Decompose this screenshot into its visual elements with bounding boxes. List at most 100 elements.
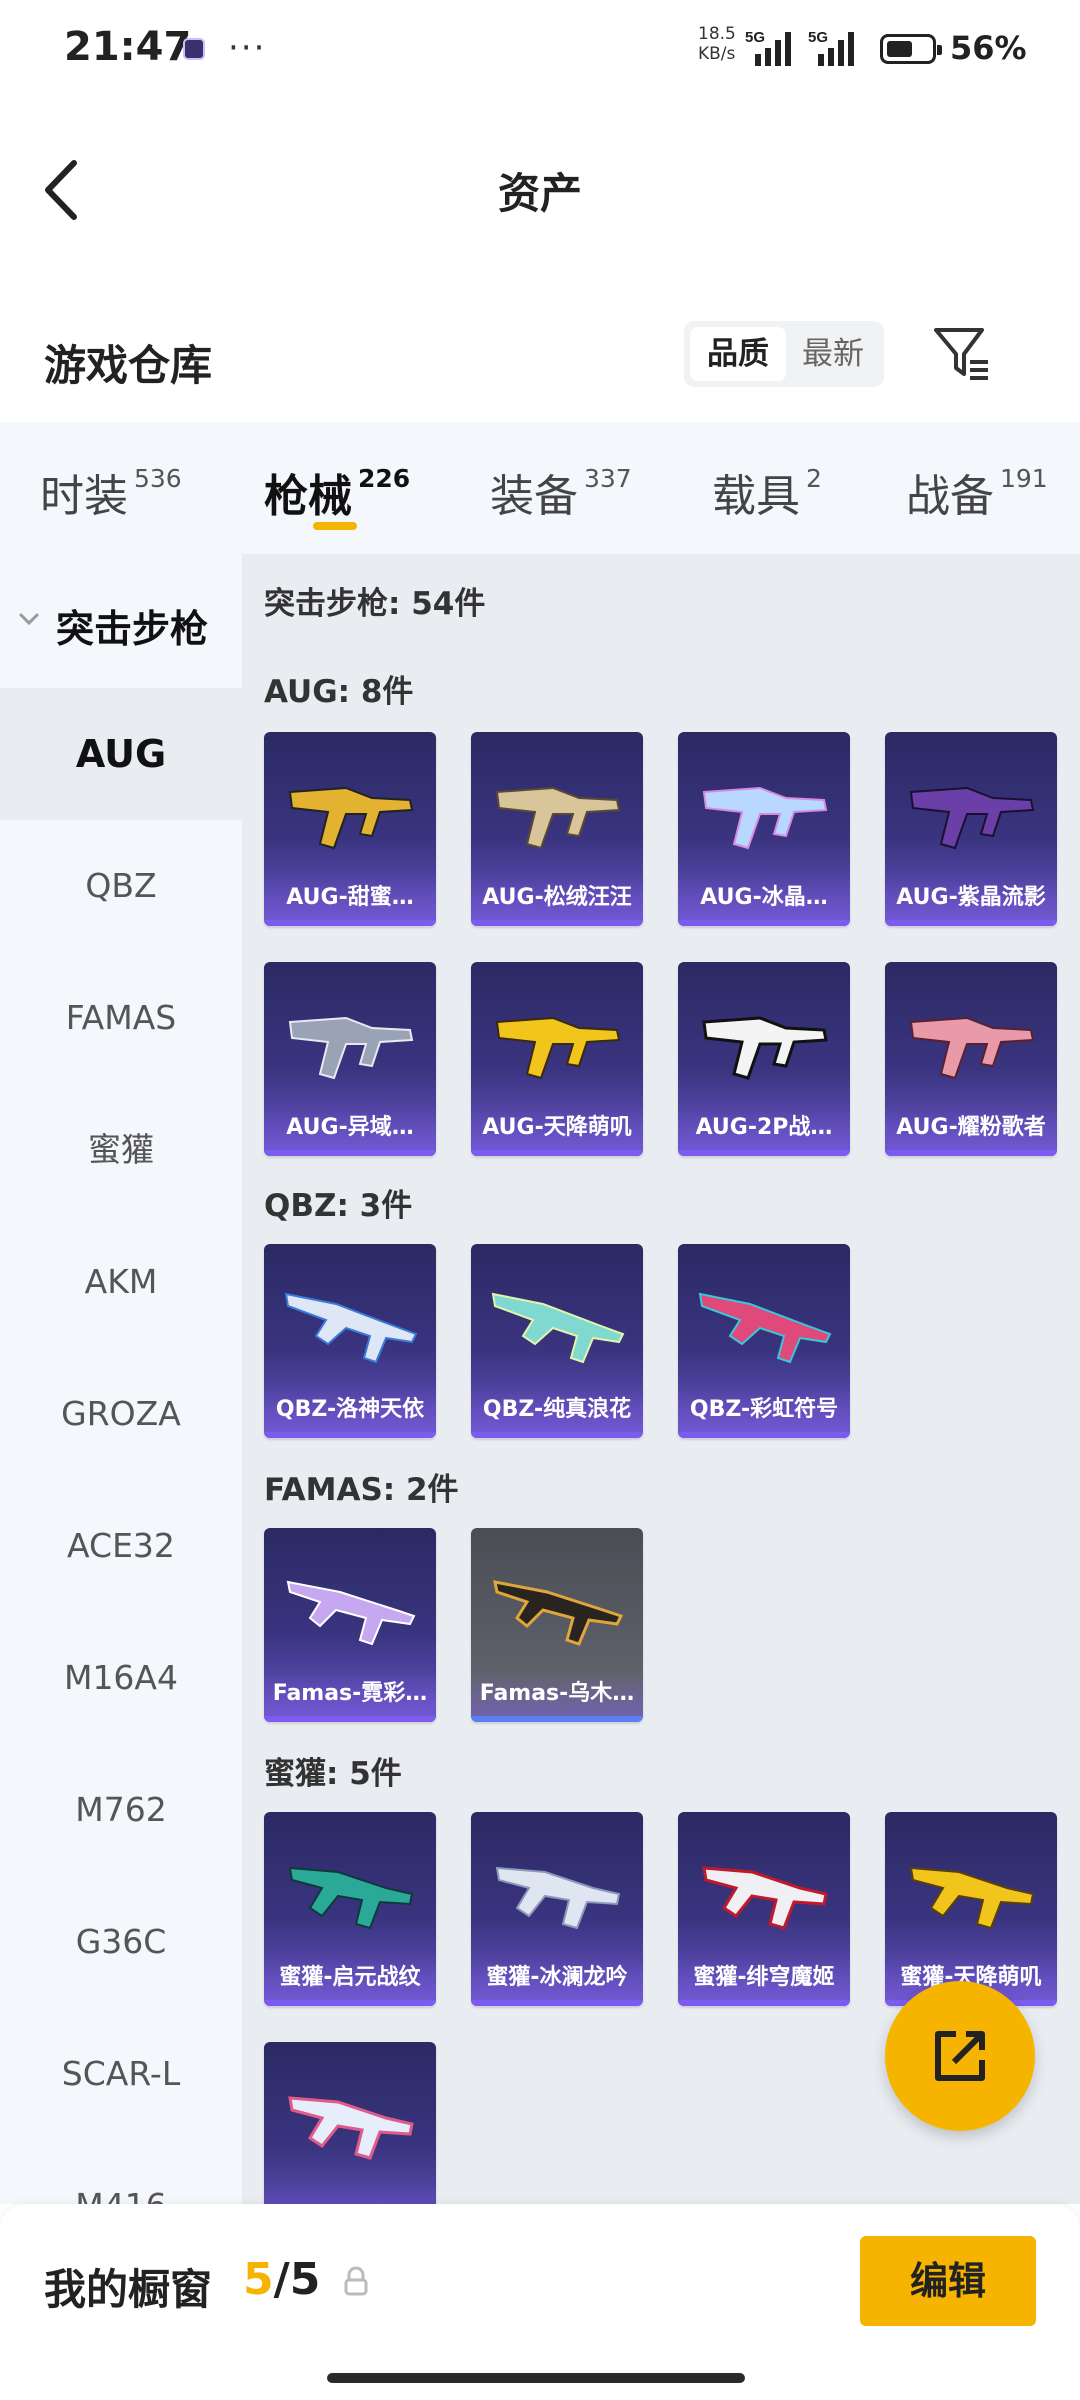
home-indicator[interactable]: [327, 2373, 745, 2383]
tab-equipment[interactable]: 装备 337: [490, 460, 632, 524]
edit-button[interactable]: 编辑: [860, 2236, 1036, 2326]
skin-card[interactable]: AUG-松绒汪汪: [471, 732, 643, 926]
showcase-count-total: 5: [289, 2254, 321, 2305]
sidebar-item-m762[interactable]: M762: [0, 1744, 242, 1876]
rarity-bar: [885, 920, 1057, 926]
skin-card[interactable]: AUG-异域…: [264, 962, 436, 1156]
tab-count: 337: [584, 464, 632, 493]
showcase-count-separator: /: [273, 2254, 290, 2305]
filter-icon[interactable]: [930, 322, 994, 386]
battery-icon: [880, 34, 942, 64]
skin-card[interactable]: [264, 2042, 436, 2204]
gun-icon: [493, 1580, 624, 1646]
skin-name: 蜜獾-冰澜龙吟: [471, 1956, 643, 2002]
group-title-famas: FAMAS: 2件: [264, 1472, 459, 1508]
skin-name: Famas-霓彩…: [264, 1672, 436, 1718]
tab-label: 载具: [712, 471, 800, 522]
section-title: 游戏仓库: [44, 341, 213, 390]
share-button[interactable]: [885, 1981, 1035, 2131]
showcase-bar: 我的橱窗 5/5 编辑: [0, 2204, 1080, 2400]
tab-label: 战备: [906, 471, 994, 522]
rarity-bar: [885, 1150, 1057, 1156]
sort-quality-option[interactable]: 品质: [690, 327, 786, 381]
gun-icon: [284, 1292, 418, 1364]
sidebar-item-m16a4[interactable]: M16A4: [0, 1612, 242, 1744]
gun-icon: [288, 786, 414, 850]
rarity-bar: [678, 1150, 850, 1156]
tab-vehicles[interactable]: 载具 2: [712, 460, 822, 524]
skin-card[interactable]: 蜜獾-启元战纹: [264, 1812, 436, 2006]
gun-icon: [286, 1580, 416, 1646]
sidebar-item-aug[interactable]: AUG: [0, 688, 242, 820]
skin-card[interactable]: 蜜獾-冰澜龙吟: [471, 1812, 643, 2006]
tab-guns[interactable]: 枪械 226: [264, 460, 410, 524]
rarity-bar: [678, 2000, 850, 2006]
skin-name: [264, 2186, 436, 2204]
gun-icon: [288, 1866, 414, 1930]
gun-icon: [495, 1016, 621, 1080]
gun-icon: [909, 1016, 1035, 1080]
skin-card[interactable]: AUG-甜蜜…: [264, 732, 436, 926]
showcase-count: 5/5: [243, 2254, 320, 2305]
skin-name: AUG-紫晶流影: [885, 876, 1057, 922]
rarity-bar: [264, 1432, 436, 1438]
skin-card[interactable]: QBZ-彩虹符号: [678, 1244, 850, 1438]
skin-name: AUG-松绒汪汪: [471, 876, 643, 922]
sort-latest-option[interactable]: 最新: [788, 327, 878, 381]
skin-card[interactable]: QBZ-洛神天依: [264, 1244, 436, 1438]
rarity-bar: [264, 920, 436, 926]
skin-name: AUG-耀粉歌者: [885, 1106, 1057, 1152]
share-icon: [935, 2031, 985, 2081]
tab-count: 226: [358, 464, 411, 493]
skin-name: AUG-冰晶…: [678, 876, 850, 922]
rarity-bar: [264, 1150, 436, 1156]
signal-5g-label-2: 5G: [808, 29, 828, 46]
sidebar-item-honey-badger[interactable]: 蜜獾: [0, 1084, 242, 1216]
weapon-sidebar: 突击步枪 AUG QBZ FAMAS 蜜獾 AKM GROZA ACE32 M1…: [0, 554, 242, 2204]
lock-icon: [344, 2266, 368, 2296]
sidebar-item-scar-l[interactable]: SCAR-L: [0, 2008, 242, 2140]
skin-name: 蜜獾-启元战纹: [264, 1956, 436, 2002]
skin-card[interactable]: 蜜獾-绯穹魔姬: [678, 1812, 850, 2006]
signal-5g-icon-2: 5G: [808, 29, 854, 66]
sidebar-item-qbz[interactable]: QBZ: [0, 820, 242, 952]
battery-level-fill: [887, 41, 912, 57]
rarity-bar: [471, 2000, 643, 2006]
tab-count: 536: [134, 464, 182, 493]
skin-card[interactable]: AUG-2P战…: [678, 962, 850, 1156]
status-bar: 21:47 ··· 18.5 KB/s 5G 5G 56%: [0, 0, 1080, 100]
skin-card[interactable]: AUG-紫晶流影: [885, 732, 1057, 926]
sidebar-item-g36c[interactable]: G36C: [0, 1876, 242, 2008]
tab-label: 时装: [40, 471, 128, 522]
rarity-bar: [678, 1432, 850, 1438]
skin-card[interactable]: AUG-天降萌叽: [471, 962, 643, 1156]
skin-card[interactable]: QBZ-纯真浪花: [471, 1244, 643, 1438]
tab-supplies[interactable]: 战备 191: [906, 460, 1048, 524]
active-tab-indicator: [313, 522, 357, 530]
sidebar-item-famas[interactable]: FAMAS: [0, 952, 242, 1084]
summary-count: 突击步枪: 54件: [264, 586, 486, 622]
more-notifications-icon: ···: [228, 28, 267, 68]
gun-icon: [909, 1866, 1035, 1930]
sidebar-item-groza[interactable]: GROZA: [0, 1348, 242, 1480]
skin-card[interactable]: Famas-乌木…: [471, 1528, 643, 1722]
skin-card[interactable]: AUG-耀粉歌者: [885, 962, 1057, 1156]
sidebar-item-m416[interactable]: M416: [0, 2140, 242, 2204]
sidebar-item-ace32[interactable]: ACE32: [0, 1480, 242, 1612]
group-title-honey-badger: 蜜獾: 5件: [264, 1756, 402, 1792]
skin-name: QBZ-洛神天依: [264, 1388, 436, 1434]
gun-icon: [288, 2096, 414, 2160]
category-header[interactable]: 突击步枪: [0, 554, 242, 688]
sidebar-item-akm[interactable]: AKM: [0, 1216, 242, 1348]
skin-card[interactable]: 蜜獾-天降萌叽: [885, 1812, 1057, 2006]
gun-icon: [909, 786, 1035, 850]
group-title-qbz: QBZ: 3件: [264, 1188, 413, 1224]
skin-card[interactable]: AUG-冰晶…: [678, 732, 850, 926]
skin-card[interactable]: Famas-霓彩…: [264, 1528, 436, 1722]
rarity-bar: [471, 1150, 643, 1156]
network-speed: 18.5 KB/s: [698, 24, 736, 64]
tab-outfits[interactable]: 时装 536: [40, 460, 182, 524]
tab-count: 2: [806, 464, 822, 493]
rarity-bar: [471, 1432, 643, 1438]
skin-name: AUG-异域…: [264, 1106, 436, 1152]
